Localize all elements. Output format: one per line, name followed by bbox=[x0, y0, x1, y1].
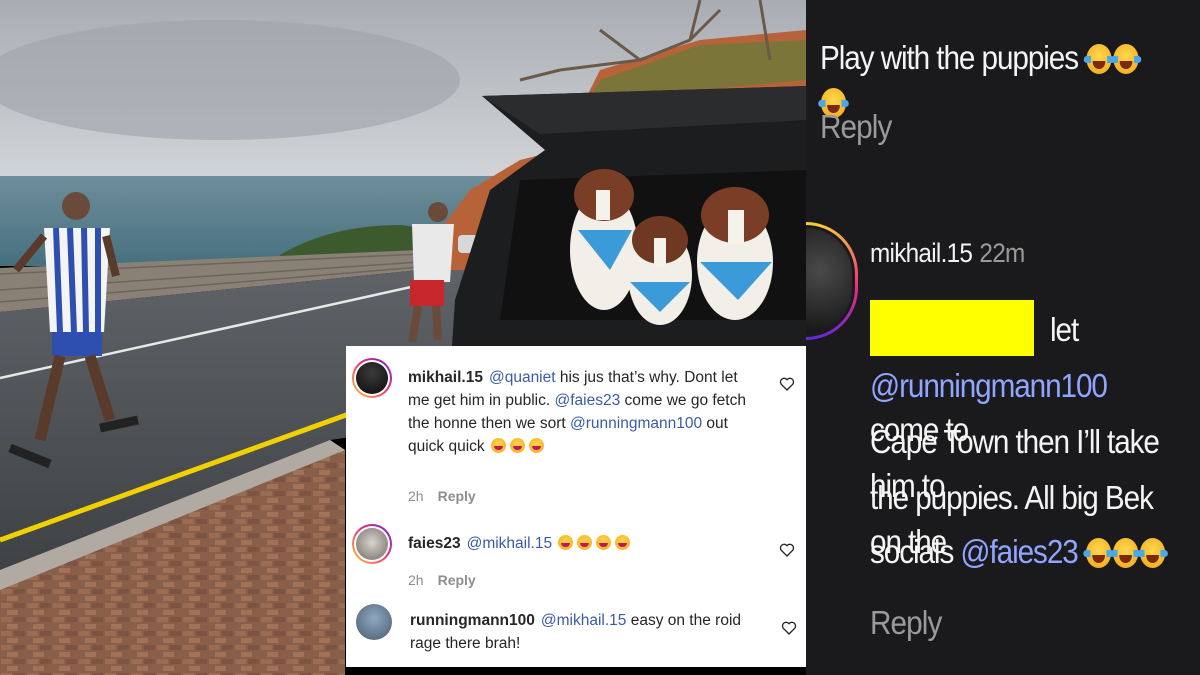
tears-of-joy-emoji-icon bbox=[1083, 44, 1114, 74]
comment-username[interactable]: runningmann100 bbox=[410, 612, 535, 629]
comment-body: mikhail.15 @quaniet his jus that’s why. D… bbox=[408, 366, 760, 458]
grinning-emoji-icon bbox=[490, 438, 506, 453]
comment-text: socials bbox=[870, 533, 961, 570]
reply-button[interactable]: Reply bbox=[820, 108, 892, 146]
mention-link[interactable]: @mikhail.15 bbox=[541, 612, 627, 629]
comment-body: runningmann100 @mikhail.15 easy on the ro… bbox=[410, 609, 760, 655]
comment-time: 2h bbox=[408, 488, 424, 504]
comment-text: let bbox=[1050, 311, 1079, 348]
avatar[interactable] bbox=[352, 524, 392, 564]
comment-meta: 2h Reply bbox=[408, 488, 476, 504]
top-comment-body: Play with the puppies bbox=[820, 39, 1079, 76]
comment-meta: 2h Reply bbox=[408, 572, 476, 588]
tears-of-joy-emoji-icon bbox=[1137, 538, 1168, 568]
reply-button[interactable]: Reply bbox=[870, 604, 942, 642]
comment-username[interactable]: mikhail.15 bbox=[870, 238, 973, 268]
grinning-emoji-icon bbox=[596, 535, 612, 550]
tears-of-joy-emoji-icon bbox=[1110, 44, 1141, 74]
comment-username[interactable]: mikhail.15 bbox=[408, 369, 483, 386]
avatar[interactable] bbox=[806, 222, 858, 340]
comment-item: faies23 @mikhail.15 2h Reply bbox=[346, 512, 806, 596]
comment-time: 2h bbox=[408, 572, 424, 588]
avatar[interactable] bbox=[356, 604, 392, 640]
comment-text bbox=[552, 535, 556, 552]
grinning-emoji-icon bbox=[615, 535, 631, 550]
comments-card: mikhail.15 @quaniet his jus that’s why. D… bbox=[346, 346, 806, 667]
comment-line: socials @faies23 bbox=[870, 530, 1168, 574]
mention-link[interactable]: @mikhail.15 bbox=[467, 535, 553, 552]
comment-time: 22m bbox=[979, 238, 1025, 268]
mention-link[interactable]: @quaniet bbox=[489, 369, 556, 386]
dark-comment-panel: Play with the puppies Reply mikhail.15 22… bbox=[806, 0, 1200, 675]
grinning-emoji-icon bbox=[577, 535, 593, 550]
grinning-emoji-icon bbox=[528, 438, 544, 453]
heart-outline-icon[interactable] bbox=[781, 620, 797, 636]
tears-of-joy-emoji-icon bbox=[1083, 538, 1114, 568]
grinning-emoji-icon bbox=[509, 438, 525, 453]
heart-outline-icon[interactable] bbox=[779, 376, 795, 392]
mention-link[interactable]: @runningmann100 bbox=[570, 415, 702, 432]
mention-link[interactable]: @faies23 bbox=[960, 533, 1078, 570]
comment-item: mikhail.15 @quaniet his jus that’s why. D… bbox=[346, 346, 806, 512]
comment-username[interactable]: faies23 bbox=[408, 535, 461, 552]
comment-body: faies23 @mikhail.15 bbox=[408, 532, 760, 555]
grinning-emoji-icon bbox=[558, 535, 574, 550]
reply-button[interactable]: Reply bbox=[438, 488, 476, 504]
heart-outline-icon[interactable] bbox=[779, 542, 795, 558]
mention-link[interactable]: @faies23 bbox=[554, 392, 620, 409]
reply-button[interactable]: Reply bbox=[438, 572, 476, 588]
comment-line: let bbox=[1050, 308, 1079, 352]
comment-item: runningmann100 @mikhail.15 easy on the ro… bbox=[346, 596, 806, 667]
avatar[interactable] bbox=[352, 358, 392, 398]
comment-header: mikhail.15 22m bbox=[870, 238, 1025, 269]
mention-link[interactable]: @runningmann100 bbox=[870, 367, 1108, 404]
tears-of-joy-emoji-icon bbox=[1110, 538, 1141, 568]
yellow-redaction-box bbox=[870, 300, 1034, 356]
